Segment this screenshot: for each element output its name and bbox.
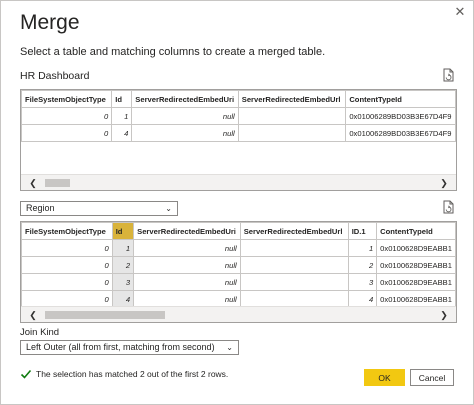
table-cell: 3	[111, 273, 135, 291]
table-row: 0 4 null 4 0x0100628D9EABB1	[21, 290, 456, 308]
table-cell: 4	[347, 290, 378, 308]
table-cell: null	[133, 273, 241, 291]
table-cell: 0x0100628D9EABB1	[376, 239, 456, 257]
column-header[interactable]: ContentTypeId	[345, 90, 456, 108]
merge-dialog: ✕ Merge Select a table and matching colu…	[0, 0, 474, 405]
table-cell	[237, 107, 347, 125]
table-cell: null	[133, 239, 241, 257]
table-cell: 0x01006289BD03B3E67D4F9	[345, 107, 456, 125]
table-cell: 2	[347, 256, 378, 274]
close-icon[interactable]: ✕	[453, 5, 467, 19]
table-cell: 0	[21, 239, 113, 257]
table-cell: 0x0100628D9EABB1	[376, 273, 456, 291]
column-header[interactable]: FileSystemObjectType	[21, 90, 113, 108]
second-table-select[interactable]: Region ⌄	[20, 201, 178, 216]
checkmark-icon	[20, 369, 32, 379]
chevron-down-icon: ⌄	[165, 204, 172, 213]
table-cell: 0x0100628D9EABB1	[376, 290, 456, 308]
table-row: 0 4 null 0x01006289BD03B3E67D4F9	[21, 124, 456, 142]
match-status-message: The selection has matched 2 out of the f…	[36, 369, 229, 379]
table-cell: 0	[21, 273, 113, 291]
join-kind-select[interactable]: Left Outer (all from first, matching fro…	[20, 340, 239, 355]
table-row: 0 3 null 3 0x0100628D9EABB1	[21, 273, 456, 291]
table-cell: 0	[21, 256, 113, 274]
column-header[interactable]: Id	[111, 90, 133, 108]
table-cell	[239, 273, 349, 291]
refresh-icon[interactable]	[442, 200, 455, 214]
table-cell: null	[131, 124, 239, 142]
column-header[interactable]: FileSystemObjectType	[21, 222, 113, 240]
table-row: 0 1 null 0x01006289BD03B3E67D4F9	[21, 107, 456, 125]
table-cell: null	[133, 256, 241, 274]
refresh-icon[interactable]	[442, 68, 455, 82]
second-table-grid: FileSystemObjectType Id ServerRedirected…	[21, 222, 456, 308]
column-header[interactable]: ServerRedirectedEmbedUri	[133, 222, 241, 240]
scrollbar-thumb[interactable]	[45, 179, 70, 187]
column-header[interactable]: ContentTypeId	[376, 222, 456, 240]
column-header[interactable]: ServerRedirectedEmbedUrl	[239, 222, 349, 240]
table-cell	[237, 124, 347, 142]
table-cell: 0	[21, 107, 113, 125]
table-cell: 1	[111, 107, 133, 125]
scroll-left-icon[interactable]: ❮	[25, 175, 41, 190]
chevron-down-icon: ⌄	[226, 343, 233, 352]
cancel-button[interactable]: Cancel	[410, 369, 454, 386]
scrollbar-thumb[interactable]	[45, 311, 165, 319]
scroll-right-icon[interactable]: ❯	[436, 307, 452, 322]
table-cell: 4	[111, 290, 135, 308]
table-cell: 3	[347, 273, 378, 291]
column-header[interactable]: ID.1	[347, 222, 378, 240]
horizontal-scrollbar[interactable]: ❮ ❯	[21, 174, 456, 190]
second-table-select-value: Region	[26, 203, 55, 213]
join-kind-label: Join Kind	[20, 327, 60, 338]
column-header[interactable]: ServerRedirectedEmbedUrl	[237, 90, 347, 108]
scroll-left-icon[interactable]: ❮	[25, 307, 41, 322]
table-cell: 0	[21, 290, 113, 308]
table-cell: 0x0100628D9EABB1	[376, 256, 456, 274]
scroll-right-icon[interactable]: ❯	[436, 175, 452, 190]
table-cell	[239, 256, 349, 274]
join-kind-value: Left Outer (all from first, matching fro…	[26, 342, 215, 352]
table-cell: 4	[111, 124, 133, 142]
table-header-row: FileSystemObjectType Id ServerRedirected…	[21, 90, 456, 108]
second-table-preview: FileSystemObjectType Id ServerRedirected…	[20, 221, 457, 323]
table-header-row: FileSystemObjectType Id ServerRedirected…	[21, 222, 456, 240]
table-cell	[239, 290, 349, 308]
table-cell: 0x01006289BD03B3E67D4F9	[345, 124, 456, 142]
table-cell: 0	[21, 124, 113, 142]
table-cell: 1	[347, 239, 378, 257]
first-table-preview: FileSystemObjectType Id ServerRedirected…	[20, 89, 457, 191]
table-cell: null	[133, 290, 241, 308]
dialog-title: Merge	[20, 11, 80, 34]
first-table-grid: FileSystemObjectType Id ServerRedirected…	[21, 90, 456, 142]
table-cell: null	[131, 107, 239, 125]
first-table-name: HR Dashboard	[20, 70, 90, 82]
column-header[interactable]: ServerRedirectedEmbedUri	[131, 90, 239, 108]
table-cell: 2	[111, 256, 135, 274]
table-row: 0 1 null 1 0x0100628D9EABB1	[21, 239, 456, 257]
ok-button[interactable]: OK	[364, 369, 405, 386]
table-cell	[239, 239, 349, 257]
dialog-subtitle: Select a table and matching columns to c…	[20, 46, 326, 58]
table-cell: 1	[111, 239, 135, 257]
table-row: 0 2 null 2 0x0100628D9EABB1	[21, 256, 456, 274]
column-header-selected[interactable]: Id	[111, 222, 135, 240]
horizontal-scrollbar[interactable]: ❮ ❯	[21, 306, 456, 322]
